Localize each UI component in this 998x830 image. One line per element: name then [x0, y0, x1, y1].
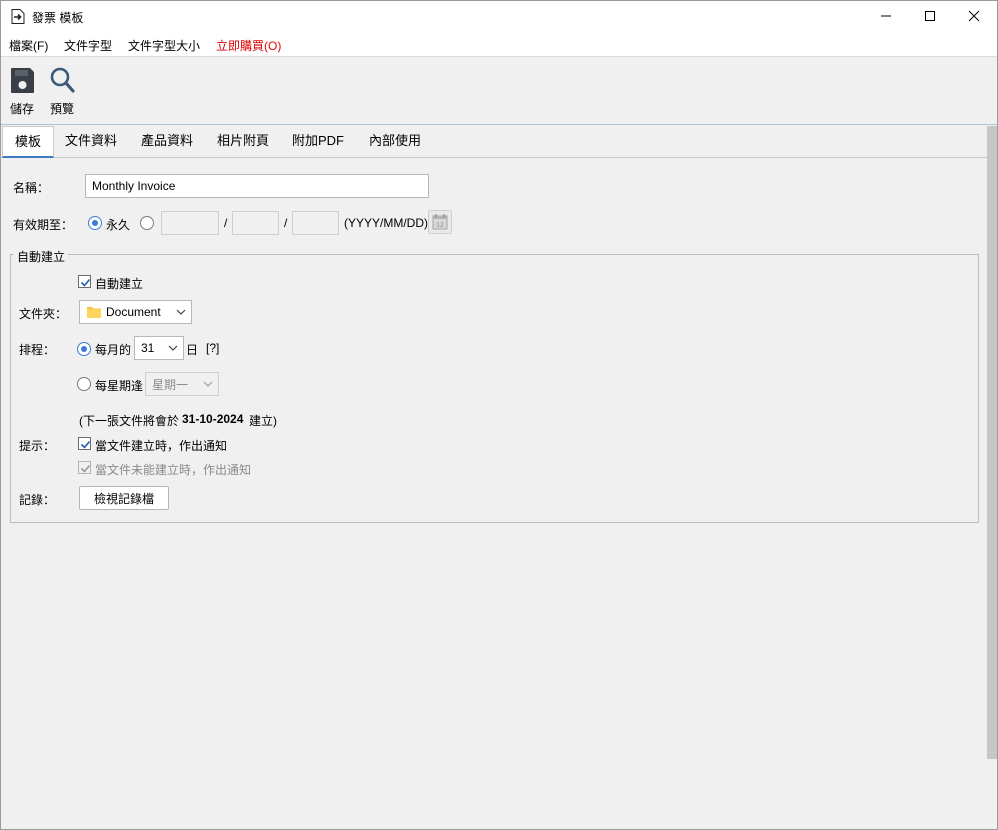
svg-text:12: 12 — [436, 222, 444, 229]
save-icon — [11, 68, 34, 93]
forever-label: 永久 — [106, 218, 131, 232]
month-input[interactable] — [232, 211, 279, 235]
menu-buy-now[interactable]: 立即購買(O) — [216, 37, 281, 54]
tab-product-info[interactable]: 產品資料 — [133, 126, 201, 158]
day-suffix: 日 — [186, 343, 199, 357]
valid-until-label: 有效期至： — [13, 218, 74, 232]
folder-icon — [87, 307, 101, 318]
vertical-scrollbar[interactable] — [987, 126, 997, 759]
auto-create-group-title: 自動建立 — [14, 248, 69, 265]
next-run-date: 31-10-2024 — [182, 412, 244, 426]
folder-label: 文件夾： — [19, 307, 68, 321]
name-input[interactable]: Monthly Invoice — [85, 174, 429, 198]
auto-create-label: 自動建立 — [95, 277, 144, 291]
chevron-down-icon — [176, 309, 186, 315]
calendar-icon: 12 — [432, 214, 448, 230]
save-label: 儲存 — [9, 102, 34, 116]
app-window: 發票 模板 檔案(F) 文件字型 文件字型大小 立即購買(O) 儲存 預覽 模板… — [0, 0, 998, 830]
name-label: 名稱： — [13, 181, 50, 195]
checkmark-icon — [80, 464, 91, 473]
tab-attach-pdf[interactable]: 附加PDF — [284, 126, 352, 158]
tab-strip: 模板 文件資料 產品資料 相片附頁 附加PDF 內部使用 — [1, 126, 987, 159]
tab-template[interactable]: 模板 — [2, 126, 54, 159]
notify-label: 提示： — [19, 439, 56, 453]
notify-created-label: 當文件建立時，作出通知 — [95, 439, 228, 453]
date-format-hint: (YYYY/MM/DD) — [344, 216, 428, 230]
forever-radio[interactable] — [88, 216, 102, 230]
notify-created-checkbox[interactable] — [78, 437, 91, 450]
auto-create-checkbox[interactable] — [78, 275, 91, 288]
weekly-day-select[interactable]: 星期一 — [145, 372, 219, 396]
maximize-button[interactable] — [907, 1, 953, 31]
template-panel: 名稱： Monthly Invoice 有效期至： 永久 / / (YYYY/M… — [1, 158, 987, 829]
checkmark-icon — [80, 278, 91, 287]
maximize-icon — [925, 11, 935, 21]
view-log-button[interactable]: 檢視記錄檔 — [79, 486, 169, 510]
monthly-label: 每月的 — [95, 343, 132, 357]
day-input[interactable] — [292, 211, 339, 235]
minimize-button[interactable] — [863, 1, 909, 31]
notify-failed-checkbox[interactable] — [78, 461, 91, 474]
menu-font[interactable]: 文件字型 — [64, 37, 112, 54]
weekly-radio[interactable] — [77, 377, 91, 391]
close-icon — [968, 10, 980, 22]
schedule-help-link[interactable]: [?] — [206, 341, 219, 355]
tab-document-info[interactable]: 文件資料 — [57, 126, 125, 158]
log-label: 記錄： — [19, 493, 56, 507]
chevron-down-icon — [203, 381, 213, 387]
monthly-day-value: 31 — [141, 341, 155, 355]
date-separator: / — [284, 216, 288, 230]
year-input[interactable] — [161, 211, 219, 235]
toolbar: 儲存 預覽 — [1, 58, 997, 125]
next-run-suffix: 建立) — [249, 414, 277, 428]
folder-select-value: Document — [106, 305, 161, 319]
close-button[interactable] — [951, 1, 997, 31]
tab-photo-attachments[interactable]: 相片附頁 — [209, 126, 277, 158]
save-button[interactable]: 儲存 — [2, 64, 42, 120]
next-run-prefix: (下一張文件將會於 — [79, 414, 179, 428]
calendar-button[interactable]: 12 — [428, 210, 452, 234]
menu-bar: 檔案(F) 文件字型 文件字型大小 立即購買(O) — [1, 31, 997, 57]
tab-internal-use[interactable]: 內部使用 — [361, 126, 429, 158]
notify-failed-label: 當文件未能建立時，作出通知 — [95, 463, 252, 477]
folder-select[interactable]: Document — [79, 300, 192, 324]
chevron-down-icon — [168, 345, 178, 351]
schedule-label: 排程： — [19, 343, 56, 357]
monthly-radio[interactable] — [77, 342, 91, 356]
document-arrow-icon — [11, 9, 25, 24]
menu-file[interactable]: 檔案(F) — [9, 37, 48, 54]
magnifier-icon — [50, 67, 75, 93]
date-radio[interactable] — [140, 216, 154, 230]
name-input-value: Monthly Invoice — [92, 179, 176, 193]
window-title: 發票 模板 — [32, 11, 84, 25]
weekly-day-value: 星期一 — [152, 377, 189, 392]
checkmark-icon — [80, 440, 91, 449]
preview-button[interactable]: 預覽 — [42, 64, 82, 120]
date-separator: / — [224, 216, 228, 230]
preview-label: 預覽 — [49, 102, 74, 116]
menu-font-size[interactable]: 文件字型大小 — [128, 37, 200, 54]
monthly-day-select[interactable]: 31 — [134, 336, 184, 360]
minimize-icon — [881, 15, 891, 17]
weekly-label: 每星期逢 — [95, 379, 144, 393]
title-bar: 發票 模板 — [1, 1, 997, 31]
